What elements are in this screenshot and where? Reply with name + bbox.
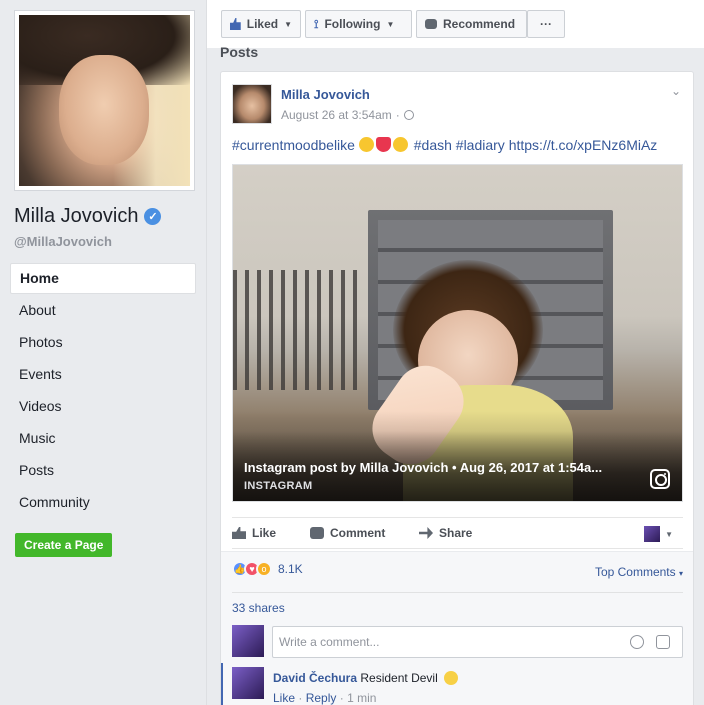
- verified-badge-icon: ✓: [144, 208, 162, 225]
- smile-emoji-icon: [444, 671, 459, 685]
- kiss-emoji-icon: [392, 137, 408, 152]
- following-button[interactable]: ⟟ Following ▼: [305, 10, 412, 38]
- emoji-icon[interactable]: [630, 635, 644, 649]
- post-as-selector[interactable]: ▼: [644, 526, 673, 542]
- post-author-avatar[interactable]: [232, 84, 272, 124]
- embed-source: INSTAGRAM: [244, 480, 313, 492]
- comment-placeholder: Write a comment...: [279, 635, 380, 649]
- comment-button[interactable]: Comment: [310, 526, 385, 540]
- share-arrow-icon: [419, 527, 433, 539]
- post-timestamp[interactable]: August 26 at 3:54am: [281, 108, 392, 122]
- instagram-embed[interactable]: Instagram post by Milla Jovovich • Aug 2…: [232, 164, 683, 502]
- shares-count[interactable]: 33 shares: [232, 601, 285, 615]
- following-label: Following: [324, 17, 381, 31]
- nav-item-about[interactable]: About: [10, 294, 196, 326]
- nav-item-home[interactable]: Home: [10, 263, 196, 294]
- post-actions: Like Comment Share ▼: [232, 517, 683, 549]
- left-column: Milla Jovovich ✓ @MillaJovovich Home Abo…: [0, 0, 207, 705]
- red-heart-emoji-icon: [375, 137, 391, 152]
- page-name-text[interactable]: Milla Jovovich: [14, 205, 138, 228]
- comment-item: David Čechura Resident Devil Like · Repl…: [221, 663, 693, 705]
- embed-title[interactable]: Instagram post by Milla Jovovich • Aug 2…: [244, 460, 602, 475]
- liked-button[interactable]: Liked ▼: [221, 10, 301, 38]
- nav-item-community[interactable]: Community: [10, 486, 196, 518]
- user-avatar: [644, 526, 661, 542]
- rss-icon: ⟟: [314, 16, 319, 31]
- nav-item-photos[interactable]: Photos: [10, 326, 196, 358]
- comment-time[interactable]: 1 min: [347, 691, 376, 705]
- comment-icon: [310, 527, 324, 539]
- nav-item-videos[interactable]: Videos: [10, 390, 196, 422]
- reactions-summary[interactable]: 👍 ♥ o 8.1K: [232, 561, 303, 577]
- recommend-label: Recommend: [443, 17, 516, 31]
- post-card: Milla Jovovich August 26 at 3:54am · ⌄ #…: [220, 71, 694, 705]
- post-text-links[interactable]: #dash #ladiary https://t.co/xpENz6MiAz: [414, 137, 658, 153]
- liked-label: Liked: [246, 17, 279, 31]
- heart-eyes-emoji-icon: [358, 137, 374, 152]
- top-comments-dropdown[interactable]: Top Comments ▾: [595, 565, 683, 579]
- comment-reply-link[interactable]: Reply: [306, 691, 337, 705]
- comment-input[interactable]: Write a comment...: [272, 626, 683, 658]
- page-action-bar: Liked ▼ ⟟ Following ▼ Recommend ···: [207, 0, 704, 48]
- posts-heading: Posts: [220, 44, 259, 60]
- page-nav: Home About Photos Events Videos Music Po…: [10, 263, 196, 518]
- page-handle[interactable]: @MillaJovovich: [14, 234, 112, 249]
- photo-crib: [233, 270, 363, 390]
- chevron-down-icon: ▼: [284, 19, 292, 29]
- chevron-down-icon: ▼: [386, 19, 395, 29]
- speech-bubble-icon: [425, 19, 437, 29]
- chevron-down-icon: ▾: [678, 569, 683, 578]
- feedback-section: 👍 ♥ o 8.1K Top Comments ▾ 33 shares Writ…: [221, 551, 693, 705]
- profile-picture[interactable]: [19, 15, 190, 186]
- current-user-avatar: [232, 625, 264, 657]
- sticker-icon[interactable]: [656, 635, 670, 649]
- post-options-chevron-icon[interactable]: ⌄: [671, 84, 681, 98]
- instagram-icon[interactable]: [650, 469, 670, 489]
- post-author-name[interactable]: Milla Jovovich: [281, 87, 370, 102]
- more-icon: ···: [540, 17, 552, 31]
- nav-item-posts[interactable]: Posts: [10, 454, 196, 486]
- profile-picture-frame[interactable]: [14, 10, 195, 191]
- reactions-count[interactable]: 8.1K: [278, 562, 303, 576]
- like-button[interactable]: Like: [232, 526, 276, 540]
- chevron-down-icon: ▼: [665, 529, 673, 539]
- hashtag-currentmoodbelike[interactable]: #currentmoodbelike: [232, 137, 355, 153]
- commenter-name[interactable]: David Čechura: [273, 671, 357, 685]
- page-name[interactable]: Milla Jovovich ✓: [14, 205, 162, 228]
- comment-body: David Čechura Resident Devil: [273, 671, 459, 685]
- create-page-button[interactable]: Create a Page: [15, 533, 113, 557]
- commenter-avatar[interactable]: [232, 667, 264, 699]
- post-text: #currentmoodbelike #dash #ladiary https:…: [232, 137, 657, 153]
- globe-icon[interactable]: [403, 110, 414, 120]
- share-label: Share: [439, 526, 473, 540]
- comment-text: Resident Devil: [360, 671, 438, 685]
- nav-item-events[interactable]: Events: [10, 358, 196, 390]
- comment-like-link[interactable]: Like: [273, 691, 295, 705]
- more-options-button[interactable]: ···: [527, 10, 565, 38]
- column-divider: [206, 0, 207, 705]
- comment-label: Comment: [330, 526, 386, 540]
- post-meta: August 26 at 3:54am ·: [281, 108, 414, 122]
- divider: [232, 592, 683, 593]
- comment-meta: Like · Reply · 1 min: [273, 691, 377, 705]
- recommend-button[interactable]: Recommend: [416, 10, 527, 38]
- share-button[interactable]: Share: [419, 526, 472, 540]
- top-comments-label: Top Comments: [594, 565, 676, 579]
- thumbs-up-icon: [230, 18, 241, 30]
- thumbs-up-icon: [232, 527, 246, 539]
- like-label: Like: [252, 526, 277, 540]
- nav-item-music[interactable]: Music: [10, 422, 196, 454]
- wow-reaction-icon: o: [256, 561, 272, 577]
